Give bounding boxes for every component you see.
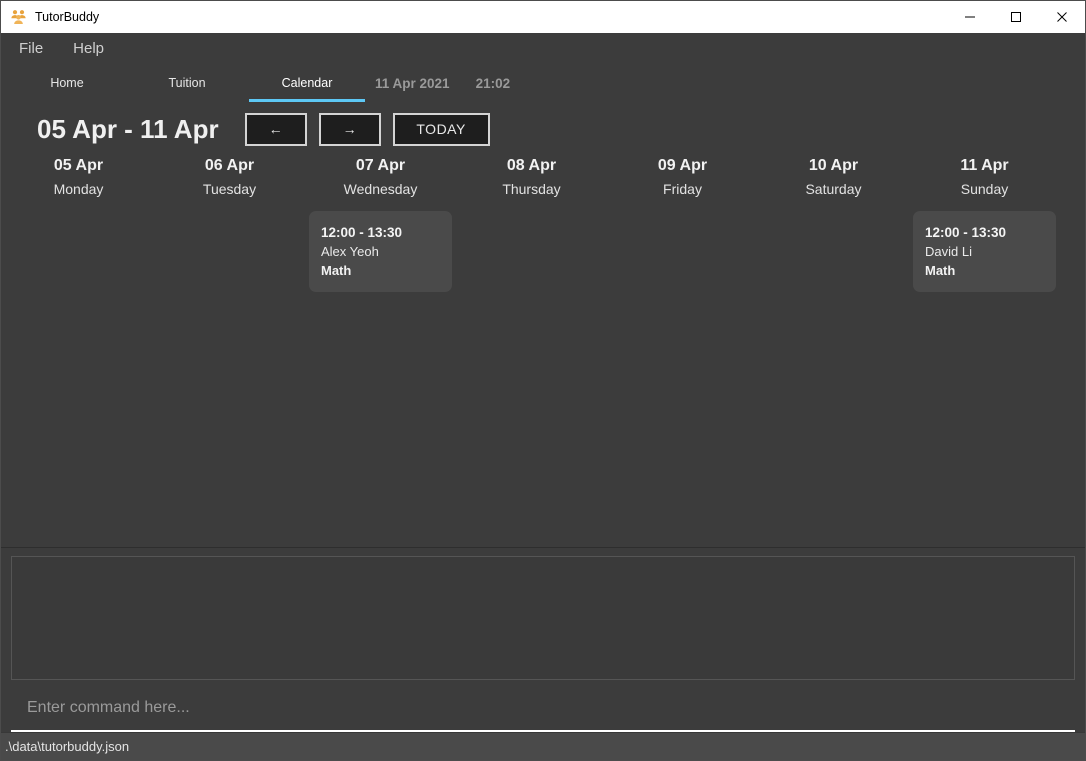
current-time: 21:02 — [475, 75, 511, 91]
day-name: Thursday — [502, 181, 561, 197]
minimize-icon — [964, 11, 976, 23]
day-name: Saturday — [805, 181, 862, 197]
day-name: Wednesday — [343, 181, 418, 197]
event-time: 12:00 - 13:30 — [925, 225, 1007, 240]
event-subject: Math — [925, 263, 956, 278]
day-column-friday: 09 Apr Friday — [607, 156, 758, 292]
day-name: Tuesday — [202, 181, 257, 197]
minimize-button[interactable] — [947, 1, 993, 32]
day-date: 10 Apr — [808, 157, 859, 174]
event-card[interactable]: 12:00 - 13:30 David Li Math — [913, 211, 1056, 292]
command-input-placeholder: Enter command here... — [27, 699, 190, 716]
title-bar-left: TutorBuddy — [1, 8, 947, 25]
tab-bar: Home Tuition Calendar 11 Apr 2021 21:02 — [1, 64, 1085, 102]
status-bar-save-location: .\data\tutorbuddy.json — [5, 739, 130, 754]
day-date: 06 Apr — [204, 157, 255, 174]
tab-bar-datetime: 11 Apr 2021 21:02 — [367, 64, 536, 102]
command-input[interactable]: Enter command here... — [11, 686, 1075, 732]
event-student: Alex Yeoh — [321, 244, 379, 259]
day-date: 08 Apr — [506, 157, 557, 174]
menu-bar: File Help — [1, 33, 1085, 64]
tab-calendar[interactable]: Calendar — [247, 64, 367, 102]
day-events: 12:00 - 13:30 Alex Yeoh Math — [309, 211, 452, 292]
today-button[interactable]: TODAY — [392, 112, 490, 146]
week-range-title: 05 Apr - 11 Apr — [37, 113, 219, 144]
status-bar: .\data\tutorbuddy.json — [1, 732, 1085, 760]
menu-item-help[interactable]: Help — [69, 38, 108, 59]
calendar-pane: 05 Apr - 11 Apr ← → TODAY 05 Apr Monday … — [1, 102, 1085, 547]
menu-item-file[interactable]: File — [15, 38, 47, 59]
tab-home[interactable]: Home — [7, 64, 127, 102]
day-column-wednesday: 07 Apr Wednesday 12:00 - 13:30 Alex Yeoh… — [305, 156, 456, 292]
app-window: TutorBuddy File Help Home Tuition Calend… — [0, 0, 1086, 761]
day-date: 05 Apr — [53, 157, 104, 174]
day-date: 11 Apr — [960, 157, 1009, 174]
command-box-area: Enter command here... — [1, 686, 1085, 732]
day-column-sunday: 11 Apr Sunday 12:00 - 13:30 David Li Mat… — [909, 156, 1060, 292]
day-column-monday: 05 Apr Monday — [3, 156, 154, 292]
day-date: 09 Apr — [657, 157, 708, 174]
result-display — [11, 556, 1075, 680]
tab-tuition[interactable]: Tuition — [127, 64, 247, 102]
maximize-icon — [1010, 11, 1022, 23]
event-student: David Li — [925, 244, 972, 259]
event-card[interactable]: 12:00 - 13:30 Alex Yeoh Math — [309, 211, 452, 292]
window-title: TutorBuddy — [35, 9, 100, 24]
maximize-button[interactable] — [993, 1, 1039, 32]
day-column-thursday: 08 Apr Thursday — [456, 156, 607, 292]
previous-week-button[interactable]: ← — [244, 112, 307, 146]
day-name: Friday — [663, 181, 702, 197]
close-button[interactable] — [1039, 1, 1085, 32]
day-name: Sunday — [960, 181, 1009, 197]
day-name: Monday — [53, 181, 104, 197]
day-events: 12:00 - 13:30 David Li Math — [913, 211, 1056, 292]
calendar-toolbar: 05 Apr - 11 Apr ← → TODAY — [1, 102, 1085, 146]
people-group-icon — [10, 8, 27, 25]
day-column-saturday: 10 Apr Saturday — [758, 156, 909, 292]
event-subject: Math — [321, 263, 352, 278]
day-date: 07 Apr — [355, 157, 406, 174]
title-bar: TutorBuddy — [1, 1, 1085, 33]
result-display-area — [1, 548, 1085, 686]
event-time: 12:00 - 13:30 — [321, 225, 403, 240]
close-icon — [1056, 11, 1068, 23]
calendar-days-row: 05 Apr Monday 06 Apr Tuesday 07 Apr Wedn… — [1, 156, 1085, 292]
current-date: 11 Apr 2021 — [375, 75, 450, 91]
window-controls — [947, 1, 1085, 32]
next-week-button[interactable]: → — [318, 112, 381, 146]
day-column-tuesday: 06 Apr Tuesday — [154, 156, 305, 292]
